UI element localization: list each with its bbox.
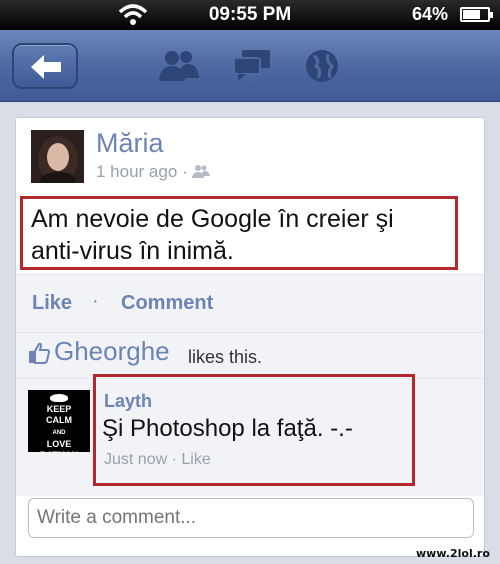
post-text: Am nevoie de Google în creier şi anti-vi… [31,203,394,267]
post-author[interactable]: Măria [96,128,164,159]
comment-author[interactable]: Layth [104,391,152,412]
liker-name[interactable]: Gheorghe [54,336,170,367]
likes-text: likes this. [188,347,263,367]
comment-highlight: Layth Şi Photoshop la faţă. -.- Just now… [93,374,415,486]
post-text-line-1: Am nevoie de Google în creier şi [31,205,394,233]
comment-button[interactable]: Comment [121,292,213,315]
post-time: 1 hour ago · [96,162,188,181]
battery-percent: 64% [412,4,449,24]
comment-avatar[interactable]: KEEPCALMANDLOVEBATMAN [28,390,90,452]
comment-text: Şi Photoshop la faţă. -.- [102,415,353,442]
friends-privacy-icon [192,165,211,178]
author-avatar[interactable] [31,130,84,183]
batman-logo-icon [50,394,68,402]
status-bar: 09:55 PM 64% [0,0,500,30]
comment-time: Just now · [104,451,177,468]
comment-like-button[interactable]: Like [181,451,210,468]
nav-bar [0,30,500,102]
back-arrow-icon [31,55,61,79]
post-card: Măria 1 hour ago · Am nevoie de Google î… [15,117,485,557]
post-actions: Like · Comment [16,274,484,332]
battery-icon [460,7,493,22]
comment-meta: Just now · Like [104,451,211,469]
post-meta: 1 hour ago · [96,162,211,182]
globe-icon[interactable] [304,48,340,84]
comment: KEEPCALMANDLOVEBATMAN Layth Şi Photoshop… [16,374,484,496]
action-separator: · [92,290,99,312]
messages-icon[interactable] [232,48,272,82]
back-button[interactable] [12,43,78,89]
watermark: www.2lol.ro [416,547,490,560]
like-button[interactable]: Like [32,292,72,315]
comment-input[interactable] [28,498,474,538]
post-text-line-2: anti-virus în inimă. [31,237,234,265]
friends-icon[interactable] [158,48,200,82]
likes-row: Gheorghe likes this. [16,332,484,378]
post-text-highlight: Am nevoie de Google în creier şi anti-vi… [20,196,458,270]
thumbs-up-icon [29,342,50,364]
